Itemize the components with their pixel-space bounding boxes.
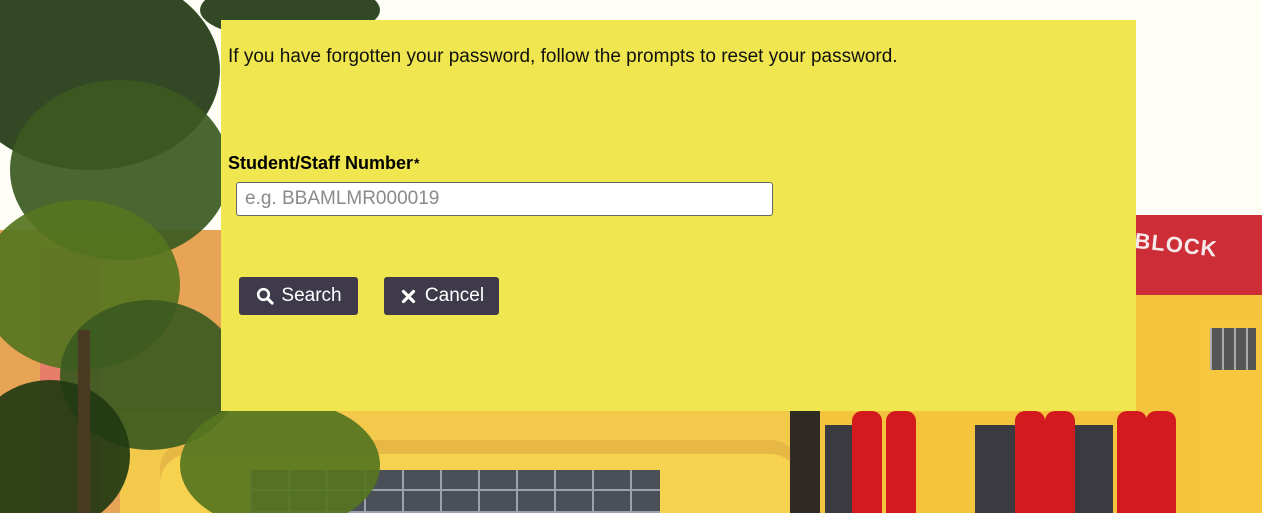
red-pillar <box>1117 411 1147 513</box>
red-pillar <box>1146 411 1176 513</box>
building-dark-window <box>975 425 1015 513</box>
required-marker: * <box>414 155 420 171</box>
search-button[interactable]: Search <box>239 277 358 315</box>
cancel-button-label: Cancel <box>424 285 485 306</box>
red-pillar <box>852 411 882 513</box>
building-window <box>1210 328 1256 370</box>
intro-text: If you have forgotten your password, fol… <box>228 46 898 67</box>
red-pillar <box>1045 411 1075 513</box>
building-dark-window <box>1075 425 1113 513</box>
red-pillar <box>1015 411 1045 513</box>
building-dark-window <box>825 425 853 513</box>
password-reset-panel: If you have forgotten your password, fol… <box>221 20 1136 411</box>
building-shadow <box>790 411 820 513</box>
tree-trunk <box>78 330 90 513</box>
close-icon <box>399 286 419 306</box>
student-staff-number-label: Student/Staff Number* <box>228 153 419 174</box>
field-label-text: Student/Staff Number <box>228 153 414 173</box>
student-staff-number-input[interactable] <box>236 182 773 216</box>
cancel-button[interactable]: Cancel <box>384 277 499 315</box>
search-button-label: Search <box>281 285 342 306</box>
search-icon <box>255 286 275 306</box>
red-pillar <box>886 411 916 513</box>
